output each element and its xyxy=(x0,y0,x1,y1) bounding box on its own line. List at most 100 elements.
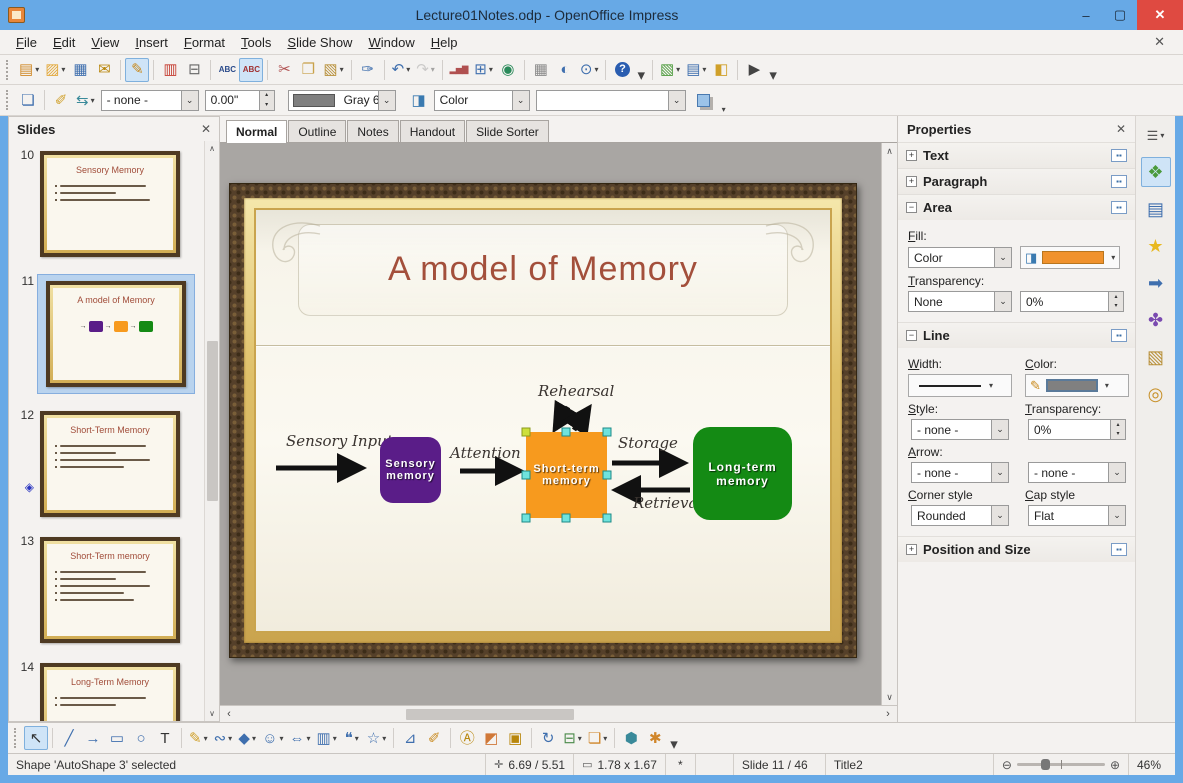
copy[interactable]: ❐ xyxy=(296,58,320,82)
spin-down-icon[interactable]: ▾ xyxy=(1111,429,1125,439)
hyperlink[interactable]: ◉ xyxy=(496,58,520,82)
collapse-icon[interactable]: − xyxy=(906,202,917,213)
cut[interactable]: ✂ xyxy=(272,58,296,82)
sidebar-menu[interactable]: ☰ ▾ xyxy=(1141,120,1171,150)
print[interactable]: ⊟ xyxy=(182,58,206,82)
toolbar-grip[interactable] xyxy=(6,90,11,110)
view-tab-normal[interactable]: Normal xyxy=(226,120,288,143)
slide-canvas[interactable]: A model of Memory Sensory Input Attentio… xyxy=(220,143,881,705)
callouts[interactable]: ❝ ▾ xyxy=(340,726,364,750)
line-dialog[interactable]: ✐ xyxy=(49,88,73,112)
slide-content[interactable]: A model of Memory Sensory Input Attentio… xyxy=(254,208,832,633)
dialog-launcher-icon[interactable]: ▪▪ xyxy=(1111,201,1127,214)
connector[interactable]: ∾ ▾ xyxy=(211,726,236,750)
transparency-type-select[interactable]: None ⌄ xyxy=(908,291,1012,312)
glue-points[interactable]: ✐ xyxy=(422,726,446,750)
scroll-down-icon[interactable]: ∨ xyxy=(209,706,215,721)
line-transparency-spinner[interactable]: 0% ▴ ▾ xyxy=(1028,419,1126,440)
spin-up-icon[interactable]: ▴ xyxy=(1109,292,1123,302)
section-area[interactable]: − Area ▪▪ xyxy=(898,194,1135,220)
menu-window[interactable]: Window xyxy=(360,32,422,53)
arrow[interactable]: → xyxy=(81,726,105,750)
selection-handle[interactable] xyxy=(602,427,612,437)
arrange[interactable]: ❏ ▾ xyxy=(585,726,610,750)
menu-format[interactable]: Format xyxy=(176,32,233,53)
section-text[interactable]: + Text ▪▪ xyxy=(898,142,1135,168)
label-retrieval[interactable]: Retrieval xyxy=(633,494,702,512)
insert-table[interactable]: ⊞ ▾ xyxy=(471,58,496,82)
dialog-launcher-icon[interactable]: ▪▪ xyxy=(1111,149,1127,162)
new-slide[interactable]: ▧ ▾ xyxy=(657,58,683,82)
navigator-tab[interactable]: ◎ xyxy=(1141,379,1171,409)
view-tab-slide-sorter[interactable]: Slide Sorter xyxy=(466,120,549,142)
section-paragraph[interactable]: + Paragraph ▪▪ xyxy=(898,168,1135,194)
redo[interactable]: ↷ ▾ xyxy=(413,58,438,82)
gallery[interactable]: ▣ xyxy=(503,726,527,750)
zoom-thumb[interactable] xyxy=(1040,759,1050,770)
select[interactable]: ↖ xyxy=(24,726,48,750)
help[interactable]: ? xyxy=(610,58,634,82)
scroll-up-icon[interactable]: ∧ xyxy=(886,143,893,159)
zoom-track[interactable] xyxy=(1016,759,1105,770)
spellcheck[interactable]: ABC xyxy=(215,58,239,82)
rectangle[interactable]: ▭ xyxy=(105,726,129,750)
expand-icon[interactable]: + xyxy=(906,176,917,187)
toolbar-grip[interactable] xyxy=(6,59,11,80)
view-tab-outline[interactable]: Outline xyxy=(288,120,347,142)
line[interactable]: ╱ xyxy=(57,726,81,750)
menu-edit[interactable]: Edit xyxy=(45,32,83,53)
label-attention[interactable]: Attention xyxy=(450,444,521,462)
node-short-term-memory[interactable]: Short-term memory xyxy=(526,432,607,518)
insert-chart[interactable]: ▂▅▇ xyxy=(447,58,471,82)
basic-shapes[interactable]: ◆ ▾ xyxy=(235,726,259,750)
auto-spellcheck[interactable]: ABC xyxy=(239,57,264,82)
scroll-right-icon[interactable]: › xyxy=(879,708,897,720)
style-name[interactable]: Title2 xyxy=(826,754,994,775)
slide-thumbnail[interactable]: A model of Memory → → → xyxy=(37,274,195,394)
fontwork[interactable]: Ⓐ xyxy=(455,726,479,750)
zoom[interactable]: ⊙ ▾ xyxy=(577,58,602,82)
arrow-start-select[interactable]: - none - ⌄ xyxy=(911,462,1009,483)
toolbar-overflow[interactable]: ▾ xyxy=(766,68,780,83)
toolbar-overflow[interactable]: ▾ xyxy=(667,737,681,752)
extrusion-toggle[interactable]: ⬢ xyxy=(619,726,643,750)
menu-tools[interactable]: Tools xyxy=(233,32,279,53)
horizontal-scrollbar[interactable]: ‹ › xyxy=(220,705,897,722)
slide-thumbnail[interactable]: Sensory Memory xyxy=(37,148,183,260)
expand-icon[interactable]: + xyxy=(906,150,917,161)
selection-handle[interactable] xyxy=(561,513,571,523)
collapse-icon[interactable]: − xyxy=(906,330,917,341)
spin-down-icon[interactable]: ▾ xyxy=(259,100,274,110)
node-long-term-memory[interactable]: Long-term memory xyxy=(693,427,792,520)
zoom-percent[interactable]: 46% xyxy=(1129,754,1175,775)
menu-insert[interactable]: Insert xyxy=(127,32,176,53)
dialog-launcher-icon[interactable]: ▪▪ xyxy=(1111,175,1127,188)
toolbar-grip[interactable] xyxy=(14,728,19,748)
menu-help[interactable]: Help xyxy=(423,32,466,53)
slide-layout[interactable]: ▤ ▾ xyxy=(683,58,709,82)
shadow-icon[interactable] xyxy=(696,93,710,107)
scrollbar-thumb[interactable] xyxy=(406,708,574,720)
dropdown-arrow-icon[interactable]: ▾ xyxy=(1105,381,1109,390)
spin-down-icon[interactable]: ▾ xyxy=(1109,301,1123,311)
ellipse[interactable]: ○ xyxy=(129,726,153,750)
minimize-button[interactable]: – xyxy=(1069,0,1103,30)
corner-style-select[interactable]: Rounded ⌄ xyxy=(911,505,1009,526)
fill-color-picker[interactable]: ◨ ▾ xyxy=(1020,246,1121,269)
spin-up-icon[interactable]: ▴ xyxy=(1111,420,1125,430)
selection-handle[interactable] xyxy=(521,427,531,437)
clone-formatting[interactable]: ✑ xyxy=(356,58,380,82)
symbol-shapes[interactable]: ☺ ▾ xyxy=(259,726,286,750)
toolbar-overflow[interactable]: ▾ xyxy=(634,68,648,83)
undo[interactable]: ↶ ▾ xyxy=(389,58,414,82)
display-grid[interactable]: ▦ xyxy=(529,58,553,82)
selection-handle[interactable] xyxy=(602,513,612,523)
fill-type-select[interactable]: Color ⌄ xyxy=(908,247,1012,268)
view-tab-handout[interactable]: Handout xyxy=(399,120,466,142)
block-arrows[interactable]: ⇔ ▾ xyxy=(287,726,314,750)
transparency-spinner[interactable]: 0% ▴ ▾ xyxy=(1020,291,1124,312)
line-width-spinner[interactable]: 0.00" ▴ ▾ xyxy=(204,89,275,111)
dialog-launcher-icon[interactable]: ▪▪ xyxy=(1111,329,1127,342)
fill-type-select[interactable]: Color ⌄ xyxy=(433,89,530,111)
text-box[interactable]: T xyxy=(153,726,177,750)
